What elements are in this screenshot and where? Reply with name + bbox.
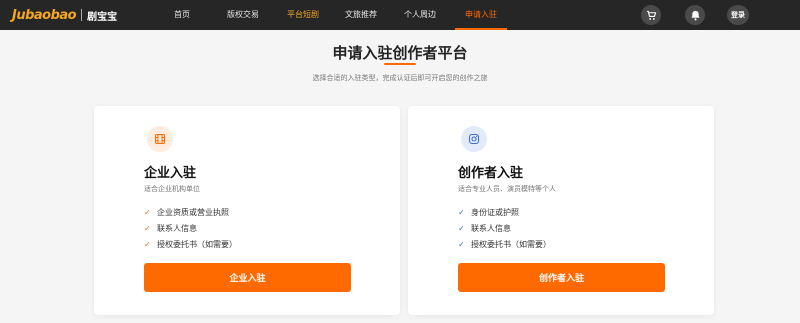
brand-logo[interactable]: Jubaobao 剧宝宝 xyxy=(12,5,117,25)
creator-apply-button[interactable]: 创作者入驻 xyxy=(458,263,665,292)
film-icon xyxy=(154,133,166,145)
requirement-text: 企业资质或营业执照 xyxy=(157,207,229,217)
nav-item-apply[interactable]: 申请入驻 xyxy=(455,0,507,30)
creator-card-desc: 适合专业人员、演员模特等个人 xyxy=(458,185,556,193)
requirement-text: 联系人信息 xyxy=(471,223,511,233)
enterprise-apply-button[interactable]: 企业入驻 xyxy=(144,263,351,292)
requirement-text: 授权委托书（如需要） xyxy=(157,239,237,249)
login-button[interactable]: 登录 xyxy=(727,5,749,25)
list-item: ✓ 企业资质或营业执照 xyxy=(144,204,237,220)
list-item: ✓ 联系人信息 xyxy=(458,220,551,236)
list-item: ✓ 联系人信息 xyxy=(144,220,237,236)
creator-card: 创作者入驻 适合专业人员、演员模特等个人 ✓ 身份证或护照 ✓ 联系人信息 ✓ 授权委… xyxy=(408,106,714,315)
check-icon: ✓ xyxy=(144,207,151,217)
enterprise-card-title: 企业入驻 xyxy=(144,166,197,181)
check-icon: ✓ xyxy=(458,223,465,233)
logo-wordmark: Jubaobao xyxy=(12,7,77,23)
check-icon: ✓ xyxy=(144,239,151,249)
cart-button[interactable] xyxy=(641,5,661,25)
notifications-button[interactable] xyxy=(685,5,705,25)
check-icon: ✓ xyxy=(144,223,151,233)
list-item: ✓ 授权委托书（如需要） xyxy=(458,236,551,252)
bell-icon xyxy=(690,10,700,20)
creator-icon-badge xyxy=(461,126,487,152)
cart-icon xyxy=(646,10,656,20)
creator-card-title: 创作者入驻 xyxy=(458,166,524,181)
nav-item-home[interactable]: 首页 xyxy=(174,0,190,30)
check-icon: ✓ xyxy=(458,207,465,217)
logo-name: 剧宝宝 xyxy=(87,11,118,23)
creator-requirements: ✓ 身份证或护照 ✓ 联系人信息 ✓ 授权委托书（如需要） xyxy=(458,204,551,252)
enterprise-icon-badge xyxy=(147,126,173,152)
nav-item-culture-tourism[interactable]: 文旅推荐 xyxy=(345,0,377,30)
requirement-text: 授权委托书（如需要） xyxy=(471,239,551,249)
logo-divider xyxy=(81,9,83,21)
page-subtitle: 选择合适的入驻类型，完成认证后即可开启您的创作之旅 xyxy=(312,74,488,82)
top-nav-bar: Jubaobao 剧宝宝 首页 版权交易 平台短剧 文旅推荐 个人周边 申请入驻… xyxy=(0,0,800,30)
requirement-text: 联系人信息 xyxy=(157,223,197,233)
check-icon: ✓ xyxy=(458,239,465,249)
list-item: ✓ 身份证或护照 xyxy=(458,204,551,220)
enterprise-card-desc: 适合企业机构单位 xyxy=(144,185,200,193)
enterprise-card: 企业入驻 适合企业机构单位 ✓ 企业资质或营业执照 ✓ 联系人信息 ✓ 授权委托书（如… xyxy=(94,106,400,315)
instagram-icon xyxy=(468,133,480,145)
nav-item-platform-dramas[interactable]: 平台短剧 xyxy=(287,0,319,30)
nav-item-merchandise[interactable]: 个人周边 xyxy=(404,0,436,30)
title-underline xyxy=(384,63,416,65)
page-title: 申请入驻创作者平台 xyxy=(332,44,468,62)
list-item: ✓ 授权委托书（如需要） xyxy=(144,236,237,252)
requirement-text: 身份证或护照 xyxy=(471,207,519,217)
nav-item-copyright-trade[interactable]: 版权交易 xyxy=(227,0,259,30)
enterprise-requirements: ✓ 企业资质或营业执照 ✓ 联系人信息 ✓ 授权委托书（如需要） xyxy=(144,204,237,252)
